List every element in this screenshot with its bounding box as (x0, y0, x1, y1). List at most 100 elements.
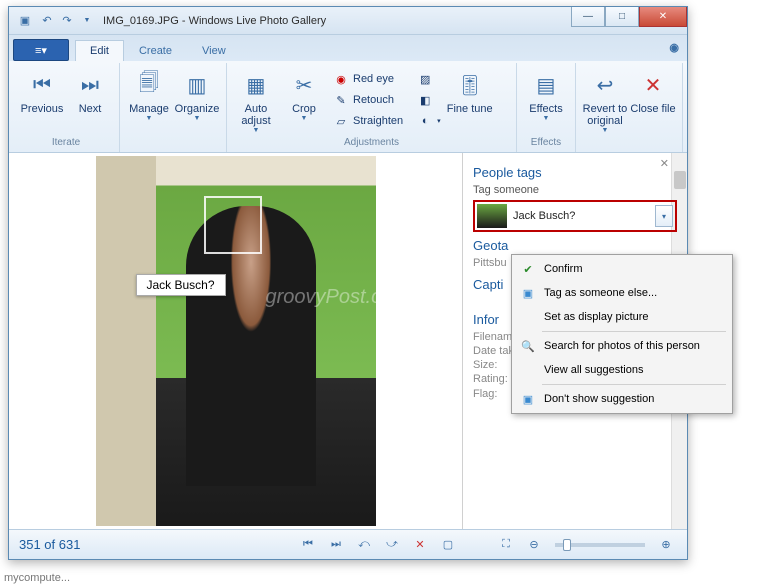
menu-icon: ≡▾ (35, 44, 47, 57)
manage-button[interactable]: 🗐 Manage ▼ (126, 65, 172, 135)
menu-search-label: Search for photos of this person (544, 340, 700, 352)
file-menu-button[interactable]: ≡▾ (13, 39, 69, 61)
rotate-left-button[interactable]: ⤺ (353, 535, 375, 555)
chevron-down-icon: ▼ (146, 115, 153, 122)
person-thumbnail (477, 204, 507, 228)
previous-button[interactable]: ⏮ Previous (19, 65, 65, 135)
eye-icon: ◉ (333, 71, 349, 87)
manage-label: Manage (129, 103, 169, 115)
quick-access-toolbar: ↶ ↷ ▼ (39, 13, 95, 29)
zoom-slider[interactable] (555, 543, 645, 547)
group-adjustments: ▦ Auto adjust ▼ ✂ Crop ▼ ◉ Red eye ✎Retou… (227, 63, 517, 152)
minimize-button[interactable]: — (571, 7, 605, 27)
noise-button[interactable]: ▨ (413, 69, 445, 89)
menu-set-display[interactable]: Set as display picture (514, 305, 730, 329)
menu-search-photos[interactable]: 🔍 Search for photos of this person (514, 334, 730, 358)
tag-someone-link[interactable]: Tag someone (473, 184, 677, 196)
ribbon-tabstrip: ≡▾ Edit Create View ◉ (9, 35, 687, 61)
titlebar: ▣ ↶ ↷ ▼ IMG_0169.JPG - Windows Live Phot… (9, 7, 687, 35)
fine-tune-button[interactable]: 🎚 Fine tune (447, 65, 493, 135)
first-button[interactable]: ⏮ (297, 535, 319, 555)
tag-context-menu: ✔ Confirm ▣ Tag as someone else... Set a… (511, 254, 733, 414)
menu-set-display-label: Set as display picture (544, 311, 649, 323)
statusbar: 351 of 631 ⏮ ⏭ ⤺ ⤻ ✕ ▢ ⛶ ⊖ ⊕ (9, 529, 687, 559)
wand-icon: ▦ (240, 69, 272, 101)
slideshow-button[interactable]: ▢ (437, 535, 459, 555)
taskbar-item[interactable]: mycompute... (0, 570, 74, 586)
maximize-button[interactable]: □ (605, 7, 639, 27)
group-label-effects: Effects (523, 137, 569, 150)
group-label-adjustments: Adjustments (233, 137, 510, 150)
menu-tag-as-else[interactable]: ▣ Tag as someone else... (514, 281, 730, 305)
face-suggestion-label[interactable]: Jack Busch? (136, 274, 226, 296)
menu-confirm[interactable]: ✔ Confirm (514, 257, 730, 281)
zoom-in-button[interactable]: ⊕ (655, 535, 677, 555)
fit-button[interactable]: ⛶ (495, 535, 517, 555)
face-detection-box[interactable] (204, 196, 262, 254)
panel-close-icon[interactable]: ✕ (660, 157, 669, 170)
menu-confirm-label: Confirm (544, 263, 583, 275)
organize-label: Organize (175, 103, 220, 115)
straighten-button[interactable]: ▱ Straighten (329, 111, 407, 131)
close-file-button[interactable]: ✕ Close file (630, 65, 676, 135)
revert-button[interactable]: ↩ Revert to original ▼ (582, 65, 628, 135)
menu-view-all[interactable]: View all suggestions (514, 358, 730, 382)
tab-edit[interactable]: Edit (75, 40, 124, 61)
effects-label: Effects (529, 103, 562, 115)
photo-viewer[interactable]: Jack Busch? groovyPost.com (9, 153, 462, 529)
ribbon: ⏮ Previous ⏭ Next Iterate 🗐 Manage ▼ ▥ (9, 61, 687, 153)
person-icon: ▣ (520, 285, 536, 301)
tag-dropdown-button[interactable]: ▾ (655, 205, 673, 227)
people-tags-heading: People tags (473, 165, 677, 180)
copy-icon: 🗐 (133, 69, 165, 101)
zoom-out-button[interactable]: ⊖ (523, 535, 545, 555)
organize-button[interactable]: ▥ Organize ▼ (174, 65, 220, 135)
chevron-down-icon: ▼ (543, 115, 550, 122)
scrollbar-thumb[interactable] (674, 171, 686, 189)
zoom-slider-knob[interactable] (563, 539, 571, 551)
color-button[interactable]: ◧ (413, 90, 445, 110)
auto-adjust-button[interactable]: ▦ Auto adjust ▼ (233, 65, 279, 135)
exposure-button[interactable]: ◐▾ (413, 111, 445, 131)
app-icon: ▣ (17, 13, 33, 29)
qat-dropdown-icon[interactable]: ▼ (79, 13, 95, 29)
photo-image: Jack Busch? groovyPost.com (96, 156, 376, 526)
noise-icon: ▨ (417, 71, 433, 87)
retouch-button[interactable]: ✎Retouch (329, 90, 407, 110)
person-tag-suggestion[interactable]: Jack Busch? ▾ (473, 200, 677, 232)
window-controls: — □ ✕ (571, 7, 687, 27)
crop-button[interactable]: ✂ Crop ▼ (281, 65, 327, 135)
skip-forward-icon: ⏭ (74, 69, 106, 101)
ruler-icon: ▱ (333, 113, 349, 129)
effects-icon: ▤ (530, 69, 562, 101)
chevron-down-icon: ▼ (194, 115, 201, 122)
revert-label: Revert to original (582, 103, 628, 127)
menu-separator (542, 384, 726, 385)
brush-icon: ✎ (333, 92, 349, 108)
chevron-down-icon: ▼ (253, 127, 260, 134)
effects-button[interactable]: ▤ Effects ▼ (523, 65, 569, 135)
next-button[interactable]: ⏭ Next (67, 65, 113, 135)
menu-dont-show-label: Don't show suggestion (544, 393, 654, 405)
geotag-heading: Geota (473, 238, 677, 253)
redo-icon[interactable]: ↷ (59, 13, 75, 29)
menu-view-all-label: View all suggestions (544, 364, 643, 376)
tab-view[interactable]: View (187, 40, 241, 61)
rotate-right-button[interactable]: ⤻ (381, 535, 403, 555)
undo-icon[interactable]: ↶ (39, 13, 55, 29)
red-eye-label: Red eye (353, 73, 394, 85)
menu-dont-show[interactable]: ▣ Don't show suggestion (514, 387, 730, 411)
last-button[interactable]: ⏭ (325, 535, 347, 555)
tab-create[interactable]: Create (124, 40, 187, 61)
group-label-iterate: Iterate (19, 137, 113, 150)
help-icon[interactable]: ◉ (669, 41, 679, 54)
check-icon: ✔ (520, 261, 536, 277)
close-button[interactable]: ✕ (639, 7, 687, 27)
skip-back-icon: ⏮ (26, 69, 58, 101)
delete-button[interactable]: ✕ (409, 535, 431, 555)
fine-tune-label: Fine tune (447, 103, 493, 115)
person-name: Jack Busch? (513, 210, 649, 222)
red-eye-button[interactable]: ◉ Red eye (329, 69, 407, 89)
straighten-label: Straighten (353, 115, 403, 127)
crop-label: Crop (292, 103, 316, 115)
